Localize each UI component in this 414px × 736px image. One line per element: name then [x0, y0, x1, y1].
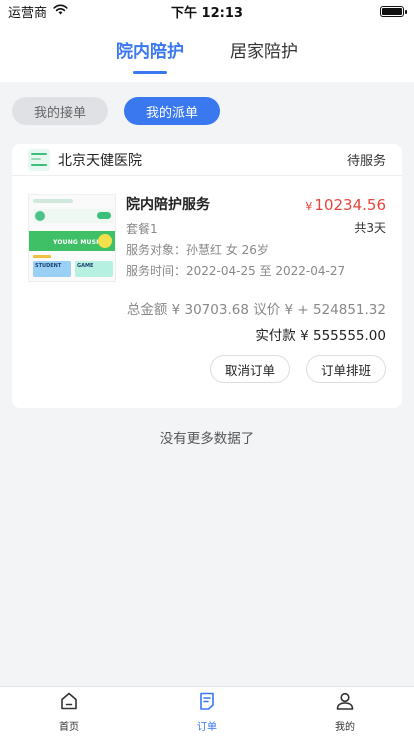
order-totals: 总金额 ¥ 30703.68 议价 ¥ + 524851.32 实付款 ¥ 55… — [127, 298, 386, 344]
thumbnail-banner-text: YOUNG MUSIC — [53, 239, 104, 246]
status-bar: 运营商 下午 12:13 — [0, 0, 414, 22]
tabbar-home-label: 首页 — [59, 722, 79, 733]
order-detail: YOUNG MUSIC STUDENT GAME 院内陪护服务 套餐1 服务对象… — [28, 194, 386, 290]
tabbar-item-profile[interactable]: 我的 — [305, 690, 385, 733]
tabbar-item-home[interactable]: 首页 — [29, 690, 109, 733]
order-card[interactable]: 北京天健医院 待服务 YOUNG MUSIC STUDENT GAME 院内陪护… — [12, 144, 402, 408]
order-actions: 取消订单 订单排班 — [209, 355, 386, 383]
tab-my-dispatched-orders[interactable]: 我的派单 — [124, 97, 220, 125]
bottom-tab-bar: 首页 订单 我的 — [0, 686, 414, 736]
tab-home-care[interactable]: 居家陪护 — [230, 37, 298, 68]
paid-amount-line: 实付款 ¥ 555555.00 — [255, 328, 386, 344]
tabbar-item-orders[interactable]: 订单 — [167, 690, 247, 733]
service-time: 服务时间：2022-04-25 至 2022-04-27 — [126, 264, 346, 278]
profile-icon — [334, 690, 356, 715]
hospital-name: 北京天健医院 — [58, 152, 142, 169]
service-days: 共3天 — [354, 221, 386, 235]
schedule-order-button[interactable]: 订单排班 — [305, 355, 386, 383]
order-card-header: 北京天健医院 待服务 — [12, 144, 402, 176]
wifi-icon — [53, 4, 68, 19]
service-target: 服务对象：孙慧红 女 26岁 — [126, 243, 269, 257]
cancel-order-button[interactable]: 取消订单 — [209, 355, 290, 383]
order-status: 待服务 — [346, 154, 386, 169]
thumbnail-tile-b-text: GAME — [77, 263, 94, 269]
tab-in-hospital-care[interactable]: 院内陪护 — [116, 37, 184, 68]
carrier-label: 运营商 — [8, 5, 48, 21]
total-amount-line: 总金额 ¥ 30703.68 议价 ¥ + 524851.32 — [126, 302, 386, 318]
service-title: 院内陪护服务 — [126, 197, 210, 213]
price-currency: ¥ — [305, 200, 313, 213]
sub-tab-group: 我的接单 我的派单 — [12, 97, 220, 125]
battery-icon — [380, 5, 407, 17]
service-thumbnail: YOUNG MUSIC STUDENT GAME — [28, 194, 116, 282]
thumbnail-tile-a-text: STUDENT — [35, 263, 62, 269]
no-more-data-text: 没有更多数据了 — [159, 431, 255, 447]
top-tab-bar: 院内陪护 居家陪护 — [0, 22, 414, 82]
service-package: 套餐1 — [126, 222, 158, 236]
hospital-logo-icon — [28, 148, 50, 171]
price-value: 10234.56 — [314, 196, 386, 214]
tab-my-accepted-orders[interactable]: 我的接单 — [12, 97, 108, 125]
service-price: ¥10234.56 — [305, 196, 386, 214]
tabbar-orders-label: 订单 — [197, 722, 217, 733]
order-icon — [196, 690, 218, 715]
tabbar-profile-label: 我的 — [335, 722, 355, 733]
home-icon — [58, 690, 80, 715]
